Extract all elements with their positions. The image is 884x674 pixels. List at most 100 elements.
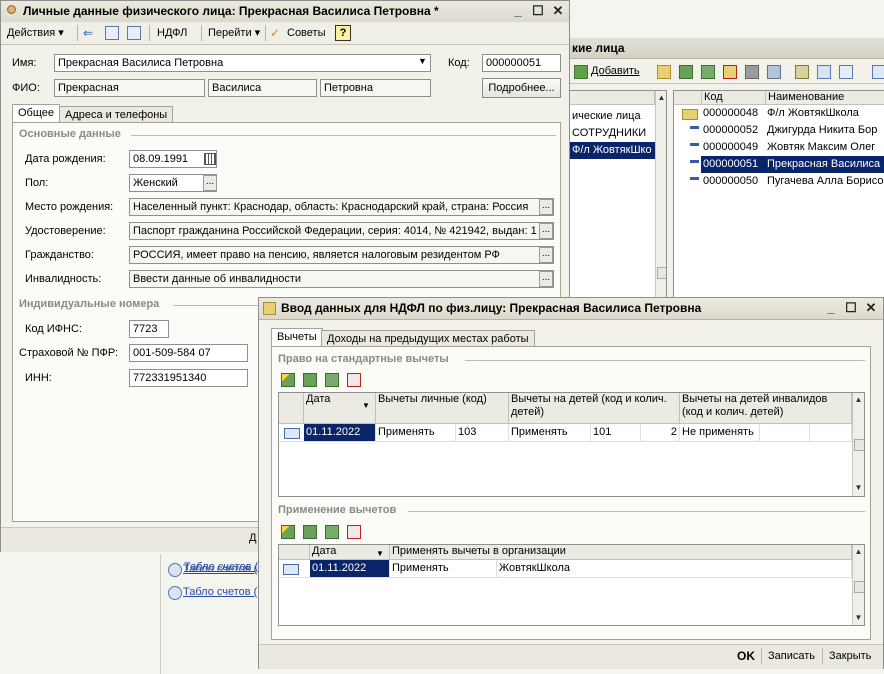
tree-item[interactable]: ические лица: [570, 108, 655, 125]
chevron-down-icon[interactable]: ▼: [418, 56, 427, 66]
tab-general[interactable]: Общее: [12, 104, 61, 123]
id-document-field[interactable]: Паспорт гражданина Российской Федерации,…: [129, 222, 554, 240]
scroll-thumb[interactable]: [854, 439, 864, 451]
filter-icon[interactable]: [817, 65, 831, 79]
list-row-name[interactable]: Джигурда Никита Бор: [765, 122, 884, 139]
grid1-disabled-code[interactable]: [760, 424, 810, 441]
standard-deductions-grid[interactable]: Дата ▼ Вычеты личные (код) Вычеты на дете…: [278, 392, 865, 497]
code-field[interactable]: 000000051: [482, 54, 561, 72]
birthplace-field[interactable]: Населенный пункт: Краснодар, область: Кр…: [129, 198, 554, 216]
name-field[interactable]: Прекрасная Василиса Петровна: [54, 54, 431, 72]
grid1-kids-apply[interactable]: Применять: [509, 424, 591, 441]
birthplace-select-button[interactable]: ...: [539, 199, 553, 215]
list-row-name[interactable]: Ф/л ЖовтякШкола: [765, 105, 884, 122]
scroll-up-icon[interactable]: ▲: [854, 547, 863, 556]
copy-icon[interactable]: [679, 65, 693, 79]
folder-add-icon[interactable]: [657, 65, 671, 79]
accounts-board-icon[interactable]: [168, 563, 182, 577]
grid1-disabled-count[interactable]: [810, 424, 852, 441]
grid1-scrollbar[interactable]: ▲ ▼: [852, 393, 864, 496]
grid1-header-kids[interactable]: Вычеты на детей (код и колич. детей): [509, 393, 680, 424]
copy-row-icon[interactable]: [303, 525, 317, 539]
grid2-header-org[interactable]: Применять вычеты в организации: [390, 545, 852, 560]
grid1-kids-code[interactable]: 101: [591, 424, 641, 441]
maximize-icon[interactable]: ☐: [531, 4, 545, 18]
personal-bottom-button-fragment[interactable]: Д: [249, 532, 256, 544]
edit-icon[interactable]: [701, 65, 715, 79]
inn-field[interactable]: 772331951340: [129, 369, 248, 387]
sex-select-button[interactable]: ...: [203, 175, 217, 191]
post-icon[interactable]: [745, 65, 759, 79]
first-name-field[interactable]: Василиса: [208, 79, 317, 97]
grid2-org-cell[interactable]: ЖовтякШкола: [497, 560, 852, 577]
add-icon[interactable]: [574, 65, 588, 79]
scroll-down-icon[interactable]: ▼: [854, 483, 863, 492]
refresh-icon[interactable]: [767, 65, 781, 79]
delete-mark-icon[interactable]: [723, 65, 737, 79]
minimize-icon[interactable]: _: [511, 4, 525, 18]
list-row-name[interactable]: Прекрасная Василиса: [765, 156, 884, 173]
add-row-icon[interactable]: [281, 525, 295, 539]
add-button[interactable]: Добавить: [591, 65, 640, 77]
scroll-thumb[interactable]: [854, 581, 864, 593]
ok-button[interactable]: OK: [737, 649, 755, 663]
accounts-board-link[interactable]: Табло счетов (: [183, 586, 257, 598]
scroll-up-icon[interactable]: ▲: [854, 395, 863, 404]
edit-row-icon[interactable]: [325, 525, 339, 539]
grid1-personal-apply[interactable]: Применять: [376, 424, 456, 441]
list-row-name[interactable]: Пугачева Алла Борисо: [765, 173, 884, 190]
add-row-icon[interactable]: [281, 373, 295, 387]
list-row-code[interactable]: 000000052: [701, 122, 765, 139]
delete-row-icon[interactable]: [347, 525, 361, 539]
ifns-code-field[interactable]: 7723: [129, 320, 169, 338]
maximize-icon[interactable]: ☐: [844, 301, 858, 315]
close-icon[interactable]: ✕: [864, 301, 878, 315]
grid1-personal-code[interactable]: 103: [456, 424, 509, 441]
patronymic-field[interactable]: Петровна: [320, 79, 431, 97]
tree-item[interactable]: СОТРУДНИКИ: [570, 125, 655, 142]
grid1-date-cell[interactable]: 01.11.2022: [304, 424, 376, 441]
list-header-name[interactable]: Наименование: [766, 91, 884, 105]
grid1-header-date[interactable]: Дата ▼: [304, 393, 376, 424]
list-row-code[interactable]: 000000050: [701, 173, 765, 190]
disability-select-button[interactable]: ...: [539, 271, 553, 287]
save-button[interactable]: Записать: [768, 650, 815, 662]
history-icon[interactable]: [872, 65, 884, 79]
scroll-thumb[interactable]: [657, 267, 666, 279]
list-header-code[interactable]: Код: [702, 91, 766, 105]
scroll-down-icon[interactable]: ▼: [854, 613, 863, 622]
id-document-select-button[interactable]: ...: [539, 223, 553, 239]
grid2-apply-cell[interactable]: Применять: [390, 560, 497, 577]
accounts-board-link[interactable]: Табло счетов (: [183, 563, 257, 575]
grid1-disabled-apply[interactable]: Не применять: [680, 424, 760, 441]
minimize-icon[interactable]: _: [824, 301, 838, 315]
sort-icon[interactable]: [839, 65, 853, 79]
tab-deductions[interactable]: Вычеты: [271, 328, 323, 347]
list-row-name[interactable]: Жовтяк Максим Олег: [765, 139, 884, 156]
grid2-header-date[interactable]: Дата ▼: [310, 545, 390, 560]
grid1-header-disabled-kids[interactable]: Вычеты на детей инвалидов (код и колич. …: [680, 393, 852, 424]
tips-icon[interactable]: ✓: [270, 26, 284, 40]
close-button[interactable]: Закрыть: [829, 650, 871, 662]
apply-deductions-grid[interactable]: Дата ▼ Применять вычеты в организации 01.…: [278, 544, 865, 626]
edit-row-icon[interactable]: [325, 373, 339, 387]
tree-scrollbar[interactable]: ▲: [655, 91, 666, 323]
list-row-code[interactable]: 000000051: [701, 156, 765, 173]
grid2-scrollbar[interactable]: ▲ ▼: [852, 545, 864, 625]
tree-item-selected[interactable]: Ф/л ЖовтякШко: [570, 142, 655, 159]
grid1-kids-count[interactable]: 2: [641, 424, 680, 441]
grid2-date-cell[interactable]: 01.11.2022: [310, 560, 390, 577]
grid1-header-personal[interactable]: Вычеты личные (код): [376, 393, 509, 424]
disability-field[interactable]: Ввести данные об инвалидности: [129, 270, 554, 288]
help-icon[interactable]: ?: [335, 25, 351, 41]
delete-row-icon[interactable]: [347, 373, 361, 387]
surname-field[interactable]: Прекрасная: [54, 79, 205, 97]
pfr-number-field[interactable]: 001-509-584 07: [129, 344, 248, 362]
ndfl-button[interactable]: НДФЛ: [157, 25, 187, 41]
calendar-icon[interactable]: [204, 153, 216, 165]
back-arrow-icon[interactable]: ⇐: [83, 26, 97, 40]
citizenship-select-button[interactable]: ...: [539, 247, 553, 263]
structure-icon[interactable]: [105, 26, 119, 40]
scroll-up-icon[interactable]: ▲: [657, 93, 666, 102]
replicate-icon[interactable]: [127, 26, 141, 40]
